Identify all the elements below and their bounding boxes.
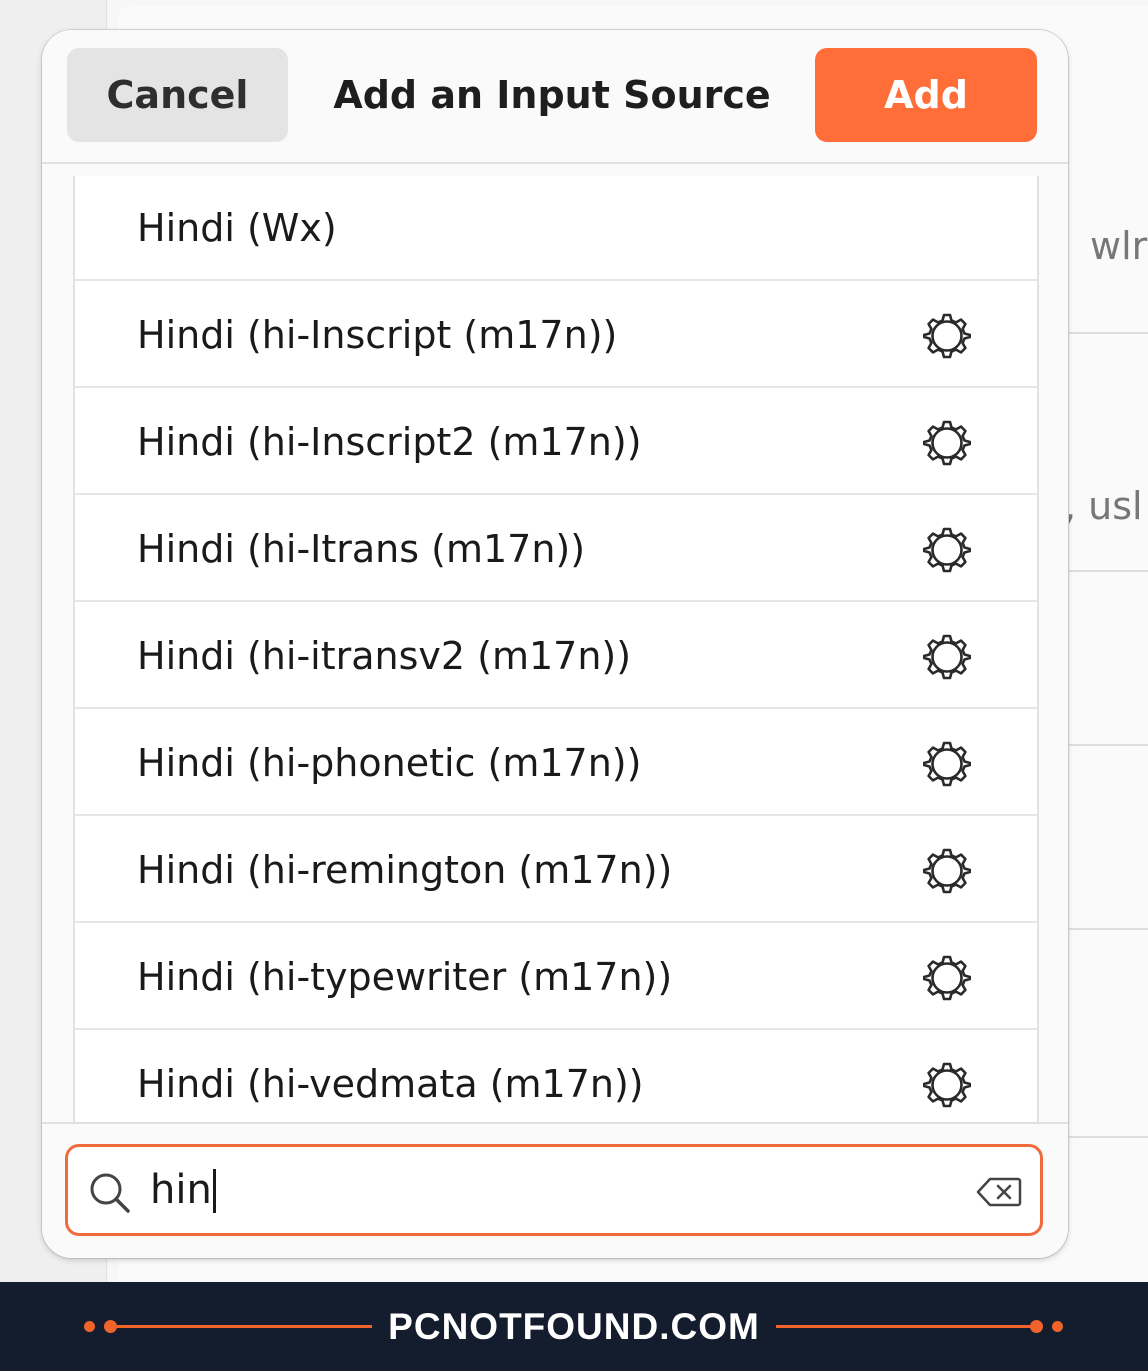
background-text: , usl	[1064, 484, 1143, 528]
input-source-list[interactable]: Hindi (Wx) Hindi (hi-Inscript (m17n)) Hi…	[73, 176, 1039, 1122]
list-item[interactable]: Hindi (hi-vedmata (m17n))	[75, 1032, 1037, 1122]
gear-icon[interactable]	[923, 419, 971, 467]
cancel-button[interactable]: Cancel	[67, 48, 288, 142]
background-text: wlr	[1090, 224, 1148, 268]
background-row	[1068, 746, 1148, 930]
decorative-dot	[1030, 1320, 1043, 1333]
add-button[interactable]: Add	[815, 48, 1037, 142]
search-input[interactable]: hin	[65, 1144, 1043, 1236]
list-item-label: Hindi (hi-phonetic (m17n))	[137, 741, 642, 785]
gear-icon[interactable]	[923, 1061, 971, 1109]
dialog-header: Cancel Add an Input Source Add	[42, 30, 1068, 164]
list-item[interactable]: Hindi (hi-Inscript (m17n))	[75, 283, 1037, 388]
list-item[interactable]: Hindi (Wx)	[75, 176, 1037, 281]
backspace-clear-icon[interactable]	[976, 1176, 1022, 1208]
text-cursor	[213, 1169, 216, 1213]
decorative-line	[776, 1325, 1032, 1328]
list-item[interactable]: Hindi (hi-phonetic (m17n))	[75, 711, 1037, 816]
gear-icon[interactable]	[923, 847, 971, 895]
search-icon	[90, 1173, 130, 1213]
list-item-label: Hindi (hi-Inscript (m17n))	[137, 313, 618, 357]
list-item[interactable]: Hindi (hi-Inscript2 (m17n))	[75, 390, 1037, 495]
list-item-label: Hindi (hi-vedmata (m17n))	[137, 1062, 644, 1106]
list-item-label: Hindi (hi-itransv2 (m17n))	[137, 634, 632, 678]
dialog-title: Add an Input Source	[333, 73, 771, 117]
list-item[interactable]: Hindi (hi-remington (m17n))	[75, 818, 1037, 923]
add-input-source-dialog: Cancel Add an Input Source Add Hindi (Wx…	[42, 30, 1068, 1258]
list-item-label: Hindi (Wx)	[137, 206, 337, 250]
gear-icon[interactable]	[923, 312, 971, 360]
gear-icon[interactable]	[923, 954, 971, 1002]
dialog-footer: hin	[42, 1122, 1068, 1258]
list-item-label: Hindi (hi-Itrans (m17n))	[137, 527, 586, 571]
list-item-label: Hindi (hi-Inscript2 (m17n))	[137, 420, 642, 464]
list-item-label: Hindi (hi-remington (m17n))	[137, 848, 673, 892]
background-row	[1068, 572, 1148, 746]
list-item[interactable]: Hindi (hi-typewriter (m17n))	[75, 925, 1037, 1030]
gear-icon[interactable]	[923, 633, 971, 681]
background-row	[1068, 930, 1148, 1138]
list-item-label: Hindi (hi-typewriter (m17n))	[137, 955, 673, 999]
list-item[interactable]: Hindi (hi-itransv2 (m17n))	[75, 604, 1037, 709]
gear-icon[interactable]	[923, 526, 971, 574]
list-item[interactable]: Hindi (hi-Itrans (m17n))	[75, 497, 1037, 602]
background-row	[1068, 334, 1148, 572]
watermark-banner: PCNOTFOUND.COM	[0, 1282, 1148, 1371]
search-input-value[interactable]: hin	[150, 1147, 212, 1233]
gear-icon[interactable]	[923, 740, 971, 788]
decorative-dot	[1052, 1321, 1063, 1332]
